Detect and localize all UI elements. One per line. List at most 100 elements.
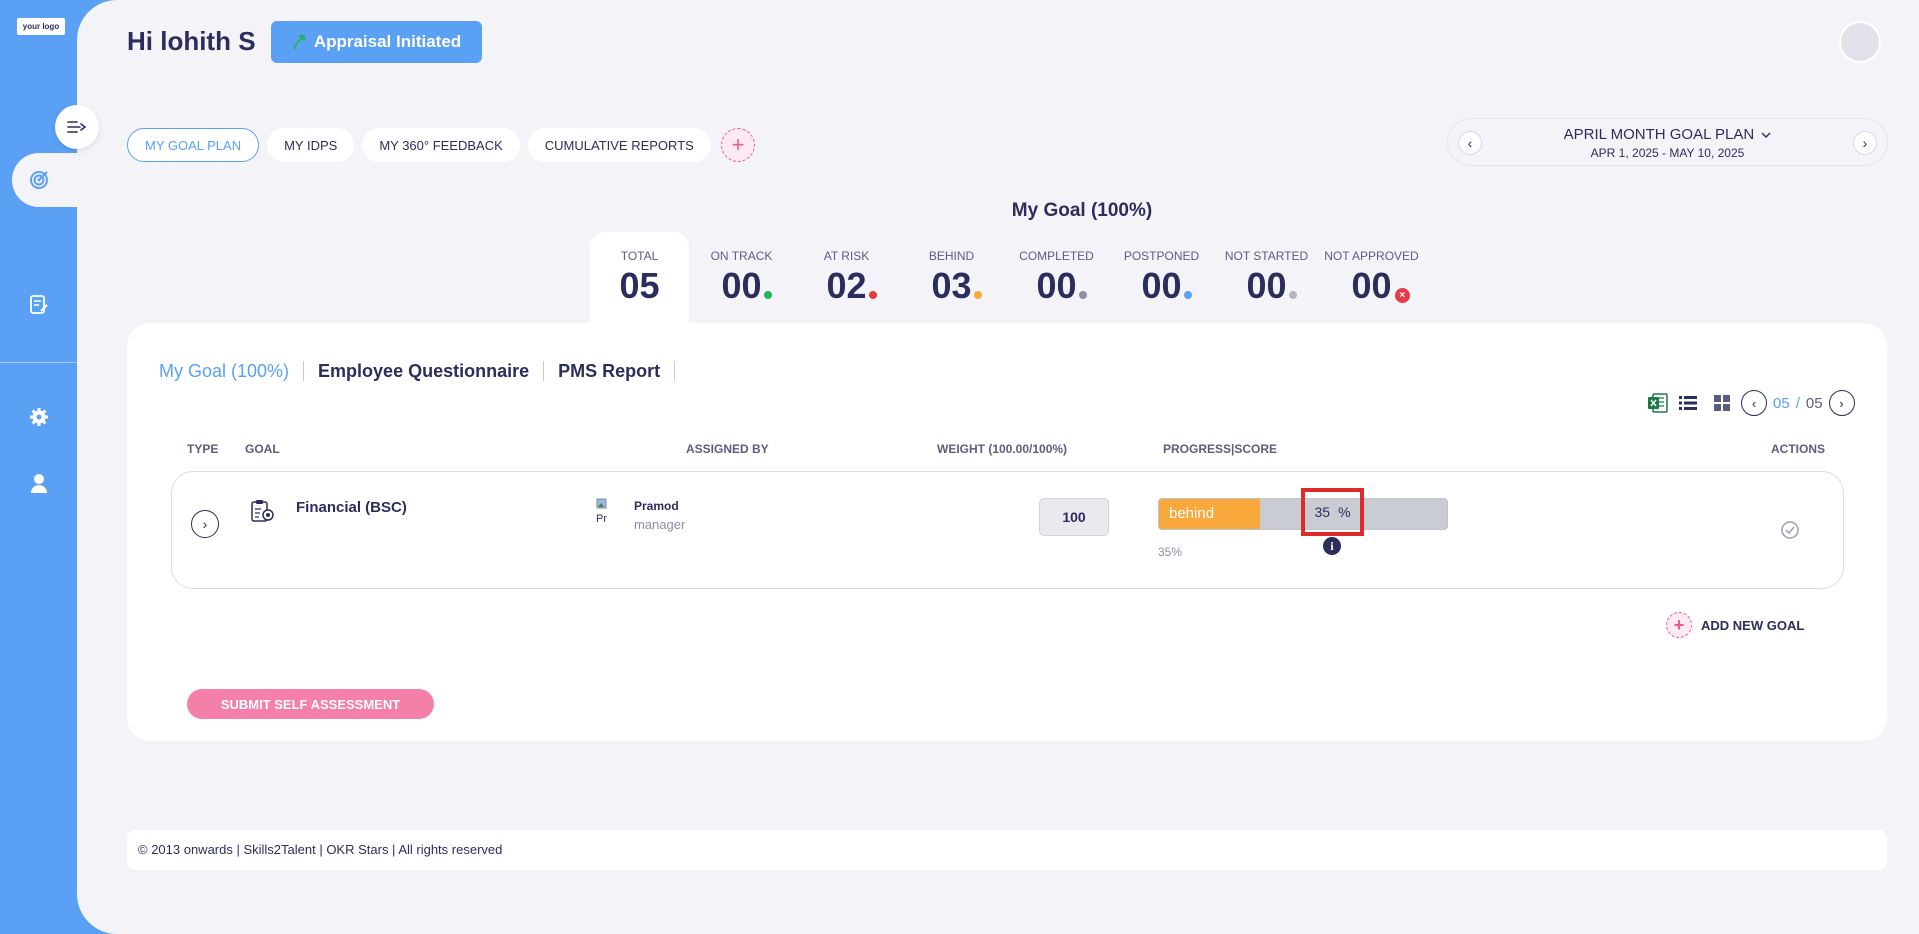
assignee-avatar-alt: Pr <box>596 513 607 525</box>
tab-cumulative-reports[interactable]: CUMULATIVE REPORTS <box>527 128 711 162</box>
broken-image-icon <box>596 498 607 509</box>
sidebar-item-settings[interactable] <box>27 405 51 429</box>
stat-label: BEHIND <box>928 249 975 263</box>
pager: ‹ 05 / 05 › <box>1741 390 1855 416</box>
page-next-button[interactable]: › <box>1828 390 1855 416</box>
chevron-down-icon <box>1761 132 1771 138</box>
stat-total[interactable]: TOTAL 05 <box>590 232 689 324</box>
stat-postponed[interactable]: POSTPONED 00 <box>1109 232 1214 324</box>
goals-card: My Goal (100%) Employee Questionnaire PM… <box>127 323 1887 741</box>
stat-on-track[interactable]: ON TRACK 00 <box>689 232 794 324</box>
plan-prev-button[interactable]: ‹ <box>1458 131 1482 155</box>
stat-completed[interactable]: COMPLETED 00 <box>1004 232 1109 324</box>
chevron-right-icon: › <box>1839 395 1844 411</box>
stat-behind[interactable]: BEHIND 03 <box>899 232 1004 324</box>
submit-self-assessment-button[interactable]: SUBMIT SELF ASSESSMENT <box>187 689 434 719</box>
greeting: Hi lohith S <box>127 26 256 56</box>
main-panel: Hi lohith S Appraisal Initiated MY GOAL … <box>77 0 1919 934</box>
plan-next-button[interactable]: › <box>1853 131 1877 155</box>
target-icon <box>30 171 48 189</box>
stat-not-started[interactable]: NOT STARTED 00 <box>1214 232 1319 324</box>
user-avatar[interactable] <box>1839 21 1881 63</box>
status-dot <box>1183 291 1192 299</box>
stat-value: 00 × <box>1351 265 1410 307</box>
goal-plan-selector[interactable]: ‹ APRIL MONTH GOAL PLAN APR 1, 2025 - MA… <box>1447 118 1888 166</box>
progress-fill: behind <box>1159 499 1260 529</box>
user-icon <box>31 474 47 493</box>
tab-my-goal-plan[interactable]: MY GOAL PLAN <box>127 128 260 162</box>
stat-value: 03 <box>931 265 982 307</box>
stat-value: 02 <box>826 265 877 307</box>
goal-stats: TOTAL 05 ON TRACK 00 AT RISK 02 BEHIND 0… <box>590 232 1424 324</box>
status-dot <box>1078 291 1087 299</box>
add-new-goal-button[interactable]: + ADD NEW GOAL <box>1666 612 1804 638</box>
stat-value: 05 <box>619 265 660 306</box>
score-value: 35 <box>1314 504 1331 520</box>
assignee-role: manager <box>634 517 686 532</box>
progress-percent: 35% <box>1158 545 1183 559</box>
collapse-arrow-icon <box>67 121 87 133</box>
stat-not-approved[interactable]: NOT APPROVED 00 × <box>1319 232 1424 324</box>
info-icon[interactable]: i <box>1323 537 1341 555</box>
page-total: 05 <box>1805 394 1823 412</box>
trend-arrow-icon <box>292 35 305 50</box>
approve-check-icon[interactable] <box>1780 520 1800 540</box>
stat-label: COMPLETED <box>1019 249 1094 263</box>
goal-heading: My Goal (100%) <box>1011 200 1153 221</box>
sidebar-item-goals[interactable] <box>27 168 51 192</box>
subtab-employee-questionnaire[interactable]: Employee Questionnaire <box>304 361 545 381</box>
appraisal-status-button[interactable]: Appraisal Initiated <box>271 21 482 63</box>
footer: © 2013 onwards | Skills2Talent | OKR Sta… <box>127 830 1887 870</box>
document-edit-icon <box>30 295 48 314</box>
excel-export-icon[interactable] <box>1647 392 1669 414</box>
col-goal: GOAL <box>245 442 280 456</box>
plus-icon: + <box>731 132 745 157</box>
tab-my-360-feedback[interactable]: MY 360° FEEDBACK <box>362 128 520 162</box>
page-prev-button[interactable]: ‹ <box>1741 390 1767 416</box>
chevron-right-icon: › <box>1862 135 1868 151</box>
score-unit: % <box>1338 504 1351 520</box>
subtab-pms-report[interactable]: PMS Report <box>544 361 676 381</box>
plus-icon: + <box>1666 612 1692 638</box>
chevron-right-icon: › <box>202 516 208 532</box>
goal-type-icon <box>251 500 274 522</box>
top-tabs: MY GOAL PLAN MY IDPS MY 360° FEEDBACK CU… <box>127 128 711 162</box>
gear-icon <box>30 408 48 426</box>
assignee-name: Pramod <box>634 499 679 513</box>
chevron-left-icon: ‹ <box>1467 135 1473 151</box>
add-tab-button[interactable]: + <box>721 128 755 162</box>
status-dot <box>763 291 772 299</box>
sidebar-item-profile[interactable] <box>27 471 51 495</box>
stat-value: 00 <box>721 265 772 307</box>
plan-title: APRIL MONTH GOAL PLAN <box>1448 126 1887 143</box>
grid-view-icon[interactable] <box>1713 394 1731 412</box>
stat-label: NOT APPROVED <box>1324 249 1419 263</box>
col-progress: PROGRESS|SCORE <box>1163 442 1278 456</box>
row-expand-button[interactable]: › <box>191 510 219 538</box>
stat-value: 00 <box>1246 265 1297 307</box>
subtab-my-goal[interactable]: My Goal (100%) <box>159 361 305 381</box>
table-row: › Financial (BSC) Pr Pramod manager 100 <box>171 471 1844 589</box>
col-type: TYPE <box>187 442 219 456</box>
col-actions: ACTIONS <box>1771 442 1825 456</box>
weight-input[interactable]: 100 <box>1039 498 1109 536</box>
plan-dates: APR 1, 2025 - MAY 10, 2025 <box>1590 146 1745 160</box>
stat-label: ON TRACK <box>710 249 773 263</box>
sidebar-item-documents[interactable] <box>27 293 51 317</box>
status-dot <box>973 291 982 299</box>
tab-my-idps[interactable]: MY IDPS <box>267 128 355 162</box>
stat-label: POSTPONED <box>1123 249 1200 263</box>
stat-at-risk[interactable]: AT RISK 02 <box>794 232 899 324</box>
chevron-left-icon: ‹ <box>1751 395 1757 411</box>
add-new-goal-label: ADD NEW GOAL <box>1701 617 1805 633</box>
score-input[interactable]: 35 % <box>1301 488 1364 536</box>
stat-label: AT RISK <box>823 249 870 263</box>
close-circle-icon: × <box>1394 288 1410 303</box>
list-view-icon[interactable] <box>1679 395 1697 411</box>
col-assigned-by: ASSIGNED BY <box>686 442 769 456</box>
table-toolbar: ‹ 05 / 05 › <box>1647 390 1855 416</box>
sidebar-collapse-button[interactable] <box>55 105 99 149</box>
stat-value: 00 <box>1141 265 1192 307</box>
sub-tabs: My Goal (100%) Employee Questionnaire PM… <box>159 361 676 381</box>
goal-name[interactable]: Financial (BSC) <box>296 499 407 516</box>
